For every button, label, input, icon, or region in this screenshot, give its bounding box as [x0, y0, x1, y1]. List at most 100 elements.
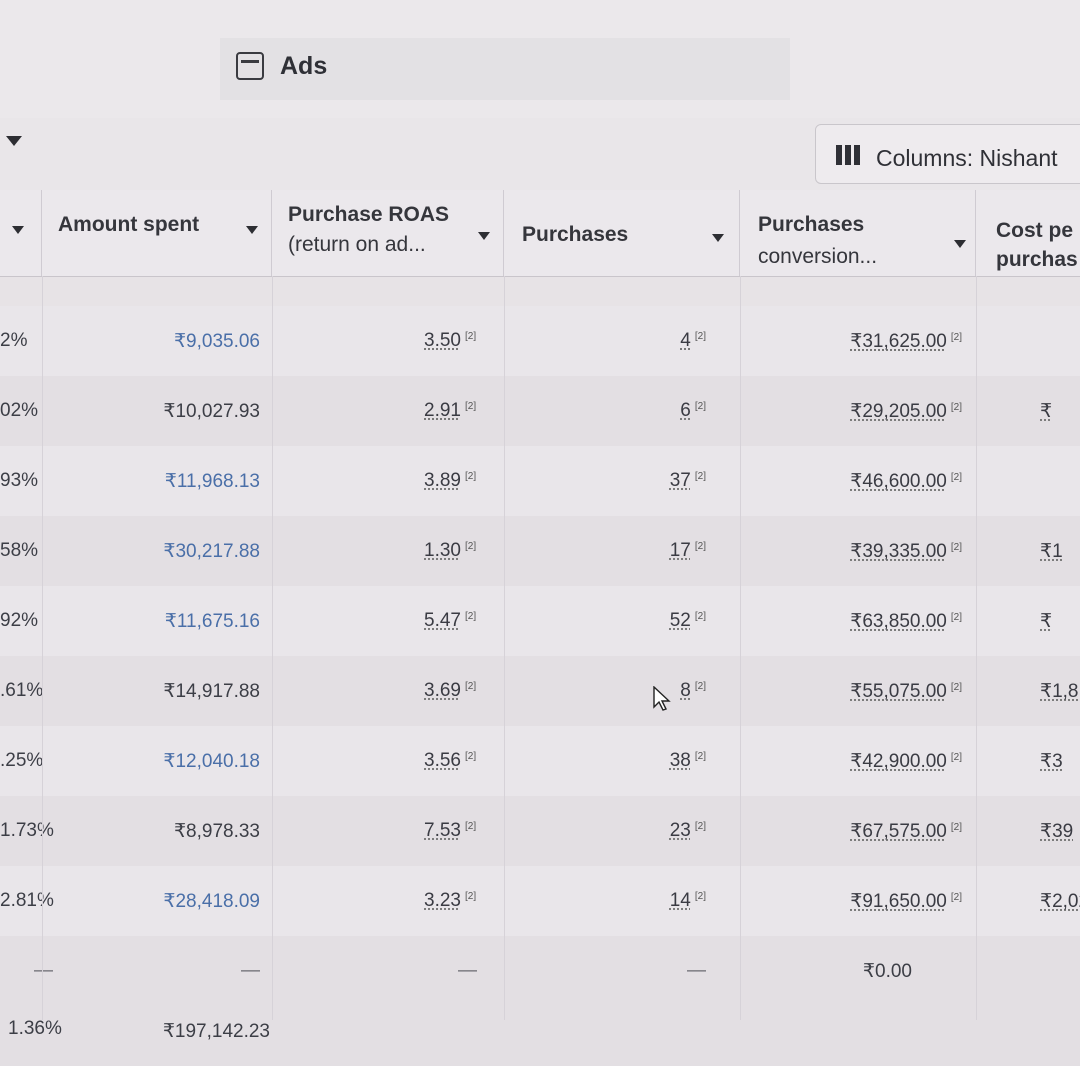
purchase-roas-cell[interactable]: 3.50 [2]	[424, 330, 476, 352]
attribution-reference-marker[interactable]: [2]	[695, 471, 706, 482]
cost-per-purchase-cell[interactable]: ₹1	[1040, 540, 1063, 563]
purchases-conversion-cell[interactable]: ₹63,850.00 [2]	[850, 610, 962, 633]
attribution-reference-marker[interactable]: [2]	[465, 541, 476, 552]
table-row[interactable]: 2% ₹9,035.06 3.50 [2] 4 [2] ₹31,625.00 [2]	[0, 306, 1080, 376]
chevron-down-icon[interactable]	[246, 226, 258, 234]
purchases-conversion-cell[interactable]: ₹91,650.00 [2]	[850, 890, 962, 913]
purchases-conversion-cell[interactable]: ₹31,625.00 [2]	[850, 330, 962, 353]
attribution-reference-marker[interactable]: [2]	[951, 332, 962, 343]
chevron-down-icon[interactable]	[712, 234, 724, 242]
purchase-roas-cell[interactable]: 1.30 [2]	[424, 540, 476, 562]
column-header-purchase-roas[interactable]: Purchase ROAS (return on ad...	[272, 190, 504, 276]
purchases-cell[interactable]: 37 [2]	[670, 470, 706, 492]
attribution-reference-marker[interactable]: [2]	[465, 331, 476, 342]
chevron-down-icon[interactable]	[954, 240, 966, 248]
purchases-conversion-cell[interactable]: ₹39,335.00 [2]	[850, 540, 962, 563]
attribution-reference-marker[interactable]: [2]	[465, 821, 476, 832]
amount-spent-cell-text: ₹9,035.06	[173, 331, 260, 352]
table-row[interactable]: .61% ₹14,917.88 3.69 [2] 8 [2] ₹55,075.00 [2] ₹1…	[0, 656, 1080, 726]
amount-spent-cell-text: ₹11,968.13	[164, 471, 260, 492]
purchases-cell[interactable]: 52 [2]	[670, 610, 706, 632]
table-row[interactable]: 93% ₹11,968.13 3.89 [2] 37 [2] ₹46,600.00 [2]	[0, 446, 1080, 516]
table-row[interactable]: 02% ₹10,027.93 2.91 [2] 6 [2] ₹29,205.00 [2] ₹	[0, 376, 1080, 446]
attribution-reference-marker[interactable]: [2]	[695, 891, 706, 902]
purchases-conversion-cell[interactable]: ₹46,600.00 [2]	[850, 470, 962, 493]
purchase-roas-cell[interactable]: 2.91 [2]	[424, 400, 476, 422]
attribution-reference-marker[interactable]: [2]	[465, 681, 476, 692]
column-header-results[interactable]	[0, 190, 42, 276]
purchases-cell-text: 4	[680, 330, 691, 351]
attribution-reference-marker[interactable]: [2]	[465, 891, 476, 902]
attribution-reference-marker[interactable]: [2]	[695, 331, 706, 342]
column-header-purchases-conversion[interactable]: Purchases conversion...	[740, 190, 976, 276]
amount-spent-cell-text: ₹30,217.88	[163, 541, 260, 562]
purchases-conversion-cell[interactable]: ₹42,900.00 [2]	[850, 750, 962, 773]
column-header-amount-spent[interactable]: Amount spent	[42, 190, 272, 276]
results-rate-cell-text: .61%	[0, 680, 44, 701]
purchases-conversion-cell-text: ₹31,625.00	[850, 331, 947, 352]
table-row[interactable]: .25% ₹12,040.18 3.56 [2] 38 [2] ₹42,900.00 [2] ₹…	[0, 726, 1080, 796]
attribution-reference-marker[interactable]: [2]	[951, 472, 962, 483]
purchases-conversion-cell[interactable]: ₹55,075.00 [2]	[850, 680, 962, 703]
attribution-reference-marker[interactable]: [2]	[951, 682, 962, 693]
purchase-roas-cell[interactable]: —	[458, 960, 477, 982]
purchases-cell[interactable]: 8 [2]	[680, 680, 706, 702]
purchases-cell[interactable]: 23 [2]	[670, 820, 706, 842]
attribution-reference-marker[interactable]: [2]	[465, 611, 476, 622]
attribution-reference-marker[interactable]: [2]	[951, 892, 962, 903]
attribution-reference-marker[interactable]: [2]	[465, 471, 476, 482]
attribution-reference-marker[interactable]: [2]	[695, 611, 706, 622]
results-rate-cell: 92%	[0, 610, 38, 632]
attribution-reference-marker[interactable]: [2]	[695, 681, 706, 692]
purchase-roas-cell[interactable]: 3.69 [2]	[424, 680, 476, 702]
purchases-cell[interactable]: 4 [2]	[680, 330, 706, 352]
table-row[interactable]: — — — — ₹0.00	[0, 936, 1080, 1006]
cost-per-purchase-cell[interactable]: ₹39	[1040, 820, 1073, 843]
purchases-conversion-cell[interactable]: ₹0.00	[863, 960, 912, 983]
cost-per-purchase-cell[interactable]: ₹1,8	[1040, 680, 1079, 703]
purchases-conversion-cell[interactable]: ₹67,575.00 [2]	[850, 820, 962, 843]
chevron-down-icon[interactable]	[12, 226, 24, 234]
purchases-cell[interactable]: 38 [2]	[670, 750, 706, 772]
ads-tab[interactable]: Ads	[220, 38, 790, 100]
attribution-reference-marker[interactable]: [2]	[695, 821, 706, 832]
attribution-reference-marker[interactable]: [2]	[695, 751, 706, 762]
purchases-cell-text: 38	[669, 750, 691, 771]
purchase-roas-cell[interactable]: 5.47 [2]	[424, 610, 476, 632]
cost-per-purchase-cell[interactable]: ₹	[1040, 400, 1052, 423]
attribution-reference-marker[interactable]: [2]	[465, 751, 476, 762]
attribution-reference-marker[interactable]: [2]	[951, 752, 962, 763]
purchase-roas-cell-text: 3.56	[424, 750, 461, 771]
cost-per-purchase-cell[interactable]: ₹	[1040, 610, 1052, 633]
table-row[interactable]: 92% ₹11,675.16 5.47 [2] 52 [2] ₹63,850.00 [2] ₹	[0, 586, 1080, 656]
chevron-down-icon[interactable]	[6, 136, 22, 146]
chevron-down-icon[interactable]	[478, 232, 490, 240]
columns-button-label: Columns: Nishant	[876, 145, 1058, 171]
attribution-reference-marker[interactable]: [2]	[951, 822, 962, 833]
purchase-roas-cell[interactable]: 3.89 [2]	[424, 470, 476, 492]
attribution-reference-marker[interactable]: [2]	[951, 542, 962, 553]
attribution-reference-marker[interactable]: [2]	[695, 541, 706, 552]
table-row[interactable]: 2.81% ₹28,418.09 3.23 [2] 14 [2] ₹91,650.00 [2]…	[0, 866, 1080, 936]
cost-per-purchase-cell[interactable]: ₹2,02	[1040, 890, 1080, 913]
attribution-reference-marker[interactable]: [2]	[951, 402, 962, 413]
purchase-roas-cell[interactable]: 7.53 [2]	[424, 820, 476, 842]
attribution-reference-marker[interactable]: [2]	[465, 401, 476, 412]
purchases-conversion-cell[interactable]: ₹29,205.00 [2]	[850, 400, 962, 423]
column-header-purchases[interactable]: Purchases	[504, 190, 740, 276]
purchases-cell[interactable]: 17 [2]	[670, 540, 706, 562]
table-header: Amount spent Purchase ROAS (return on ad…	[0, 190, 1080, 277]
cost-per-purchase-cell[interactable]: ₹3	[1040, 750, 1063, 773]
attribution-reference-marker[interactable]: [2]	[951, 612, 962, 623]
purchases-cell-text: —	[687, 960, 706, 981]
columns-button[interactable]: Columns: Nishant	[815, 124, 1080, 184]
purchase-roas-cell[interactable]: 3.23 [2]	[424, 890, 476, 912]
table-row[interactable]: 58% ₹30,217.88 1.30 [2] 17 [2] ₹39,335.00 [2] ₹1	[0, 516, 1080, 586]
purchases-cell[interactable]: 6 [2]	[680, 400, 706, 422]
table-row[interactable]: 1.73% ₹8,978.33 7.53 [2] 23 [2] ₹67,575.00 [2] ₹…	[0, 796, 1080, 866]
purchases-cell[interactable]: 14 [2]	[670, 890, 706, 912]
attribution-reference-marker[interactable]: [2]	[695, 401, 706, 412]
column-header-cost-per-purchase[interactable]: Cost pe purchas	[976, 190, 1080, 276]
purchases-cell[interactable]: —	[687, 960, 706, 982]
purchase-roas-cell[interactable]: 3.56 [2]	[424, 750, 476, 772]
